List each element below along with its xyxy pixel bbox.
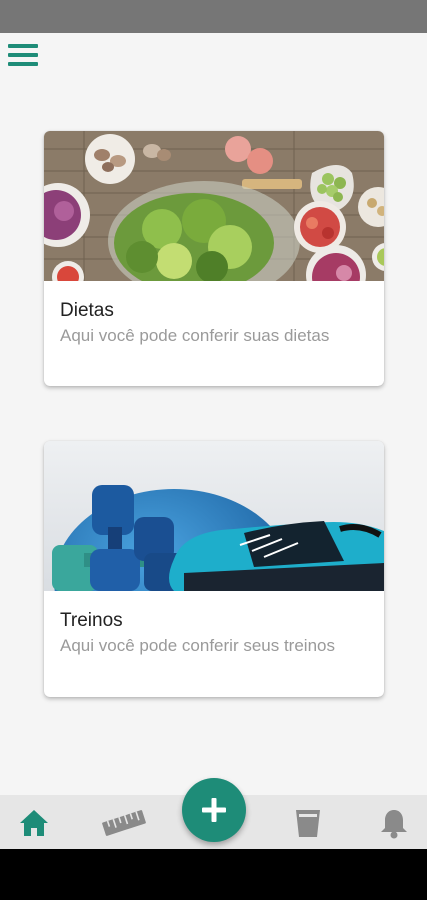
card-title: Treinos: [60, 610, 123, 631]
food-bowls-salad-image: [44, 131, 384, 281]
nav-water[interactable]: [290, 805, 326, 841]
status-bar: [0, 0, 427, 33]
add-icon: [202, 798, 226, 822]
card-dietas[interactable]: Dietas Aqui você pode conferir suas diet…: [44, 131, 384, 386]
add-button[interactable]: [182, 778, 246, 842]
nav-notifications[interactable]: [376, 805, 412, 841]
ruler-icon: [102, 810, 146, 836]
nav-home[interactable]: [16, 805, 52, 841]
system-navigation-bar: [0, 849, 427, 900]
card-treinos[interactable]: Treinos Aqui você pode conferir seus tre…: [44, 441, 384, 697]
bell-icon: [381, 810, 407, 839]
card-subtitle: Aqui você pode conferir suas dietas: [60, 326, 330, 345]
home-icon: [20, 810, 48, 836]
card-title: Dietas: [60, 300, 114, 321]
dumbbells-sneaker-image: [44, 441, 384, 591]
nav-measurements[interactable]: [102, 805, 146, 841]
hamburger-menu-icon[interactable]: [6, 40, 40, 70]
card-subtitle: Aqui você pode conferir seus treinos: [60, 636, 335, 655]
cup-icon: [296, 810, 320, 837]
